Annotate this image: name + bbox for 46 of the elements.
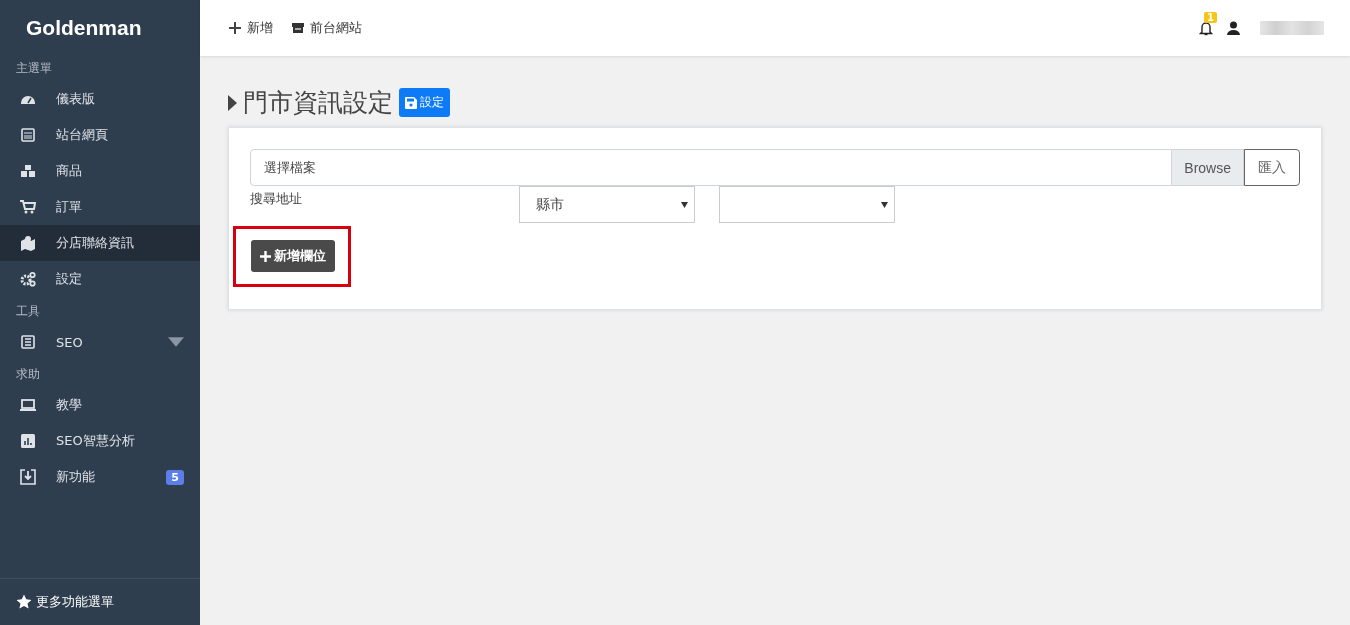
- save-button[interactable]: 設定: [399, 88, 450, 117]
- menu-icon: [20, 397, 36, 413]
- file-input-field[interactable]: 選擇檔案: [250, 149, 1173, 186]
- menu-label: 更多功能選單: [36, 593, 114, 611]
- menu-icon: [20, 127, 36, 143]
- plus-icon: [228, 21, 242, 35]
- blurred-username: [1260, 21, 1324, 35]
- top-link[interactable]: 前台網站: [291, 19, 362, 37]
- dropdown-select[interactable]: 縣市: [519, 186, 695, 223]
- menu-icon: [20, 199, 36, 215]
- plus-icon: [260, 250, 271, 262]
- sidebar-item[interactable]: 教學: [0, 387, 200, 423]
- menu-icon: [20, 433, 36, 449]
- star-icon: [16, 594, 32, 610]
- section-header: 主選單: [15, 60, 53, 77]
- store-icon: [291, 21, 305, 35]
- section-header: 求助: [15, 366, 41, 383]
- add-field-button[interactable]: 新增欄位: [251, 240, 335, 272]
- sidebar-item[interactable]: 設定: [0, 261, 200, 297]
- menu-icon: [20, 334, 36, 350]
- address-label: 搜尋地址: [250, 190, 303, 208]
- sidebar-item[interactable]: SEO: [0, 324, 200, 360]
- browse-button[interactable]: Browse: [1172, 149, 1244, 186]
- dropdown-arrow-icon: [681, 201, 688, 208]
- brand-logo[interactable]: Goldenman: [0, 0, 200, 54]
- caret-icon: [228, 94, 237, 111]
- sidebar-item[interactable]: 分店聯絡資訊: [0, 225, 200, 261]
- sidebar-item[interactable]: 新功能 5: [0, 459, 200, 495]
- sidebar-item[interactable]: SEO智慧分析: [0, 423, 200, 459]
- bell-icon[interactable]: [1199, 20, 1213, 36]
- top-link[interactable]: 新增: [228, 19, 273, 37]
- dropdown-arrow-icon: [881, 201, 888, 208]
- menu-icon: [20, 235, 36, 251]
- notification-badge: 1: [1204, 11, 1217, 23]
- menu-icon: [20, 469, 36, 485]
- import-button[interactable]: 匯入: [1244, 149, 1300, 186]
- count-badge: 5: [166, 469, 184, 485]
- sidebar-item[interactable]: 商品: [0, 153, 200, 189]
- page-title: 門市資訊設定: [243, 87, 393, 119]
- sidebar-item[interactable]: 儀表版: [0, 81, 200, 117]
- sidebar-item[interactable]: 站台網頁: [0, 117, 200, 153]
- user-icon[interactable]: [1227, 21, 1240, 35]
- menu-icon: [20, 271, 36, 287]
- sidebar-item[interactable]: 訂單: [0, 189, 200, 225]
- section-header: 工具: [15, 303, 41, 320]
- menu-icon: [20, 163, 36, 179]
